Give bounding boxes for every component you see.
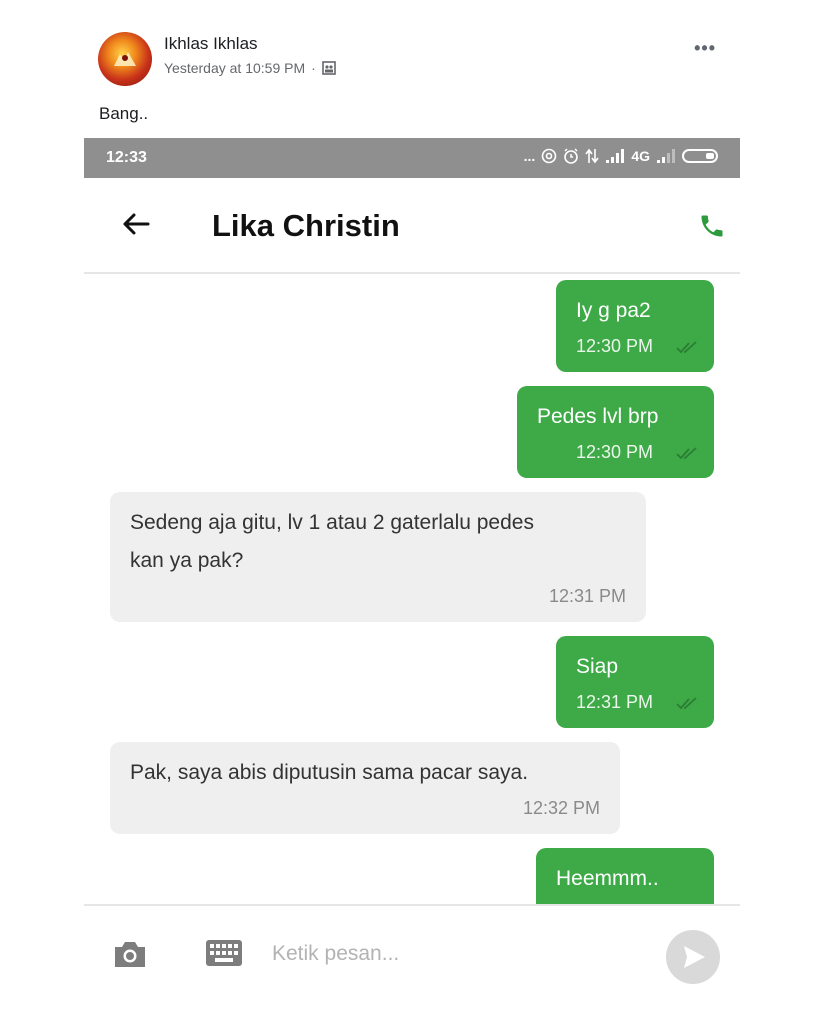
post-meta: Yesterday at 10:59 PM · (164, 60, 336, 76)
message-time: 12:32 PM (522, 798, 600, 818)
avatar[interactable] (98, 32, 152, 86)
message-text: Pedes lvl brp (537, 405, 659, 428)
camera-button[interactable] (112, 938, 148, 970)
message-line: Sedeng aja gitu, lv 1 atau 2 gaterlalu p… (130, 511, 534, 534)
outgoing-message[interactable]: Pedes lvl brp 12:30 PM (517, 386, 714, 478)
outgoing-message[interactable]: Iy g pa2 12:30 PM (556, 280, 714, 372)
chat-app-bar: Lika Christin (84, 178, 740, 274)
message-text: Pak, saya abis diputusin sama pacar saya… (130, 761, 529, 784)
status-bar: 12:33 ... 4G (84, 138, 740, 178)
incoming-message[interactable]: Pak, saya abis diputusin sama pacar saya… (110, 742, 620, 834)
meta-separator: · (311, 60, 316, 76)
group-audience-icon (322, 61, 336, 75)
post-timestamp[interactable]: Yesterday at 10:59 PM (164, 60, 305, 76)
message-list[interactable]: Iy g pa2 12:30 PM Pedes lvl brp 12:30 PM… (84, 274, 740, 918)
ellipsis-icon[interactable]: ••• (694, 38, 716, 59)
message-text: Sedeng aja gitu, lv 1 atau 2 gaterlalu p… (130, 504, 534, 580)
camera-icon (115, 942, 145, 967)
network-type: 4G (631, 148, 650, 164)
message-composer (84, 904, 740, 1002)
call-button[interactable] (698, 212, 726, 240)
message-text: Heemmm.. (556, 867, 659, 890)
arrow-left-icon (123, 213, 150, 235)
message-time: 12:30 PM (576, 442, 654, 462)
phone-icon (701, 215, 723, 237)
read-ticks-icon (676, 341, 697, 354)
send-icon (684, 946, 705, 968)
message-text: Siap (576, 655, 619, 678)
message-text: Iy g pa2 (576, 299, 651, 322)
message-time: 12:31 PM (548, 586, 626, 606)
poster-name[interactable]: Ikhlas Ikhlas (164, 34, 258, 54)
chat-screenshot: 12:33 ... 4G Lika Christin Iy g pa2 12:3… (84, 138, 740, 918)
keyboard-icon (206, 940, 242, 966)
hotspot-icon (542, 148, 557, 164)
avatar-emblem-icon (114, 52, 136, 66)
message-time: 12:31 PM (576, 692, 654, 712)
read-ticks-icon (676, 447, 697, 460)
incoming-message[interactable]: Sedeng aja gitu, lv 1 atau 2 gaterlalu p… (110, 492, 646, 622)
status-time: 12:33 (106, 149, 147, 166)
status-icons: ... 4G (524, 148, 718, 164)
send-button[interactable] (666, 930, 720, 984)
message-line: kan ya pak? (130, 549, 244, 572)
message-input[interactable] (270, 936, 654, 972)
signal-icon (606, 149, 625, 163)
status-dots: ... (523, 148, 536, 164)
data-arrows-icon (585, 148, 599, 164)
contact-name: Lika Christin (212, 208, 400, 243)
keyboard-button[interactable] (206, 940, 242, 966)
post-header: Ikhlas Ikhlas Yesterday at 10:59 PM · ••… (98, 32, 738, 88)
battery-icon (682, 149, 718, 163)
back-button[interactable] (120, 208, 154, 242)
read-ticks-icon (676, 697, 697, 710)
signal-weak-icon (657, 149, 675, 163)
post-text: Bang.. (99, 104, 149, 123)
outgoing-message[interactable]: Siap 12:31 PM (556, 636, 714, 728)
message-time: 12:30 PM (576, 336, 654, 356)
alarm-icon (564, 148, 579, 164)
